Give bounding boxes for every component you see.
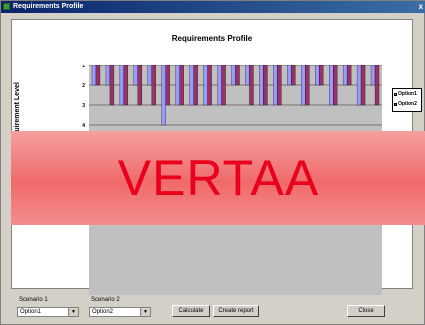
window-title: Requirements Profile <box>13 3 84 10</box>
bar-option2-3 <box>123 65 129 106</box>
bar-option1-15 <box>287 65 292 86</box>
bar-option2-7 <box>179 65 184 106</box>
y-tick-label: 2 <box>82 83 85 89</box>
legend-item-option2: Option2 <box>393 99 421 109</box>
scenario1-select[interactable]: Option1 ▼ <box>17 307 79 317</box>
legend-swatch-option1 <box>394 92 397 96</box>
app-icon <box>3 3 10 10</box>
bar-option1-4 <box>133 65 138 86</box>
bar-option2-9 <box>207 65 212 106</box>
legend-label-option1: Option1 <box>398 91 417 97</box>
bar-option1-3 <box>119 65 125 106</box>
requirements-profile-window: Requirements Profile x Requirements Prof… <box>0 0 425 325</box>
bar-option1-8 <box>189 65 194 106</box>
bar-option2-8 <box>193 65 198 106</box>
scenario1-label: Scenario 1 <box>19 297 48 303</box>
bar-option2-10 <box>221 65 226 106</box>
chart-legend: Option1 Option2 <box>392 88 422 112</box>
calculate-button[interactable]: Calculate <box>172 305 210 317</box>
bar-option2-1 <box>95 65 101 86</box>
close-icon[interactable]: x <box>419 1 423 13</box>
bar-option1-5 <box>147 65 152 86</box>
close-button[interactable]: Close <box>347 305 385 317</box>
bar-option2-21 <box>374 65 380 106</box>
scenario2-select[interactable]: Option2 ▼ <box>89 307 151 317</box>
bar-option2-13 <box>263 65 268 106</box>
bar-option1-10 <box>217 65 222 106</box>
bar-option1-16 <box>301 65 306 106</box>
title-bar[interactable]: Requirements Profile x <box>1 1 425 13</box>
chevron-down-icon[interactable]: ▼ <box>140 308 150 316</box>
bar-option1-19 <box>342 65 348 86</box>
bar-option1-9 <box>203 65 208 106</box>
bar-option1-1 <box>91 65 97 86</box>
bar-option1-14 <box>273 65 278 106</box>
banner-text: VERTAA <box>117 150 320 206</box>
bar-option2-17 <box>319 65 324 86</box>
scenario2-label: Scenario 2 <box>91 297 120 303</box>
bar-option2-16 <box>305 65 310 106</box>
bar-option2-4 <box>137 65 142 106</box>
bar-option2-2 <box>109 65 115 106</box>
bar-option2-5 <box>151 65 156 106</box>
bar-option1-2 <box>105 65 111 86</box>
bar-option2-20 <box>360 65 366 106</box>
bar-option2-19 <box>346 65 352 86</box>
bar-option2-6 <box>165 65 170 106</box>
bar-option2-11 <box>235 65 240 86</box>
y-tick-label: 4 <box>82 123 85 129</box>
create-report-button[interactable]: Create report <box>213 305 259 317</box>
bar-option1-12 <box>245 65 250 86</box>
bar-option2-12 <box>249 65 254 106</box>
bar-option1-21 <box>370 65 376 86</box>
bar-option1-11 <box>231 65 236 86</box>
scenario1-value: Option1 <box>20 309 42 315</box>
bar-option1-18 <box>329 65 334 106</box>
chevron-down-icon[interactable]: ▼ <box>68 308 78 316</box>
bar-option1-20 <box>356 65 362 106</box>
bar-option1-6 <box>161 65 166 126</box>
y-tick-label: 1 <box>82 65 85 69</box>
bar-option1-7 <box>175 65 180 106</box>
y-tick-label: 3 <box>82 103 85 109</box>
legend-label-option2: Option2 <box>398 101 417 107</box>
chart-title: Requirements Profile <box>171 34 253 43</box>
bar-option1-13 <box>259 65 264 106</box>
bar-option2-14 <box>277 65 282 106</box>
bar-option2-18 <box>333 65 338 106</box>
bar-option2-15 <box>291 65 296 86</box>
bar-option1-17 <box>315 65 320 86</box>
legend-item-option1: Option1 <box>393 89 421 99</box>
legend-swatch-option2 <box>394 102 397 106</box>
scenario2-value: Option2 <box>92 309 114 315</box>
overlay-banner: VERTAA <box>11 131 425 225</box>
